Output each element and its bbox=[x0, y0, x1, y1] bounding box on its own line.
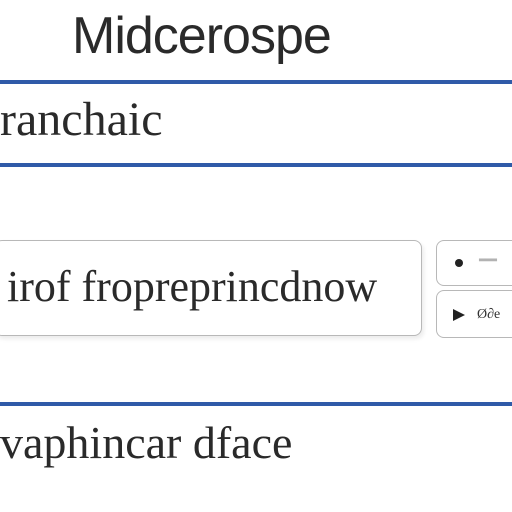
option-button-top-label: ═══ bbox=[479, 256, 498, 267]
play-icon bbox=[453, 309, 465, 321]
footer-text: vaphincar dface bbox=[0, 417, 293, 468]
page-title: Midcerospe bbox=[72, 7, 332, 65]
text-field-value: irof fropreprincdnow bbox=[7, 262, 378, 311]
text-field[interactable]: irof fropreprincdnow bbox=[0, 240, 422, 336]
bottom-divider bbox=[0, 402, 512, 406]
bullet-dot-icon bbox=[455, 259, 463, 267]
section-divider bbox=[0, 163, 512, 167]
top-divider bbox=[0, 80, 512, 84]
option-button-bottom-label: Ø∂e bbox=[477, 307, 501, 322]
option-button-bottom[interactable]: Ø∂e bbox=[436, 290, 512, 338]
option-button-top[interactable]: ═══ bbox=[436, 240, 512, 286]
section-label: ranchaic bbox=[0, 93, 163, 146]
